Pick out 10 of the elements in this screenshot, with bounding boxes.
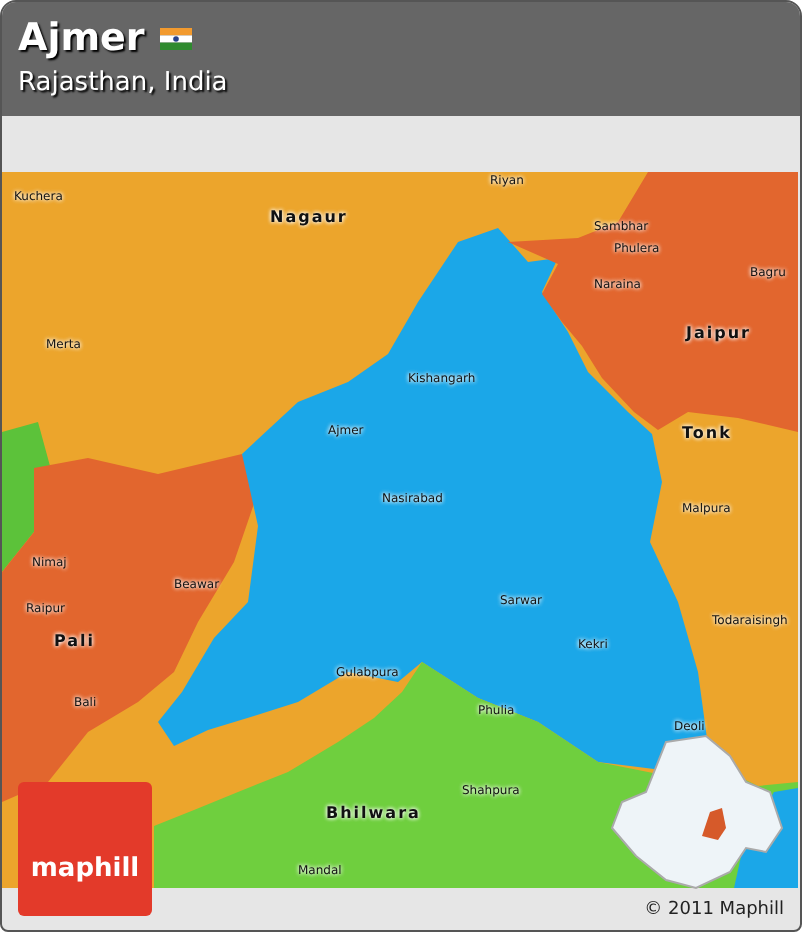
place-label: Bhilwara	[326, 804, 421, 822]
place-label: Pali	[54, 632, 96, 650]
map-title: Ajmer	[18, 14, 145, 62]
map-subtitle: Rajasthan, India	[18, 68, 228, 98]
place-label: Jaipur	[686, 324, 751, 342]
maphill-logo: maphill	[18, 782, 152, 916]
place-label: Nagaur	[270, 208, 348, 226]
place-label: Tonk	[682, 424, 732, 442]
copyright-text: © 2011 Maphill	[644, 899, 784, 919]
india-flag-icon	[160, 27, 193, 49]
